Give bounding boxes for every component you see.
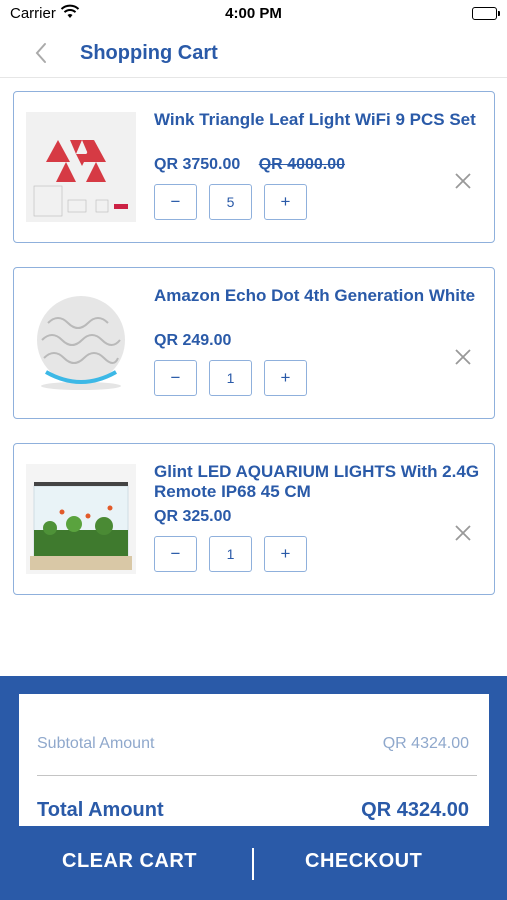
cart-item: Wink Triangle Leaf Light WiFi 9 PCS Set … xyxy=(13,91,495,243)
page-title: Shopping Cart xyxy=(80,42,218,64)
clear-cart-button[interactable]: CLEAR CART xyxy=(62,850,197,880)
quantity-value: 1 xyxy=(209,360,252,396)
product-image xyxy=(26,464,136,574)
summary-divider xyxy=(37,775,477,776)
order-summary: Subtotal Amount QR 4324.00 Total Amount … xyxy=(19,694,489,826)
decrease-quantity-button[interactable]: − xyxy=(154,360,197,396)
product-price: QR 249.00 xyxy=(154,332,232,349)
product-name[interactable]: Amazon Echo Dot 4th Generation White xyxy=(154,286,484,306)
quantity-value: 1 xyxy=(209,536,252,572)
total-label: Total Amount xyxy=(37,799,164,821)
product-name[interactable]: Wink Triangle Leaf Light WiFi 9 PCS Set xyxy=(154,110,484,130)
price-group: QR 249.00 xyxy=(154,332,231,350)
cart-footer: Subtotal Amount QR 4324.00 Total Amount … xyxy=(0,676,507,900)
footer-divider xyxy=(252,848,254,880)
increase-quantity-button[interactable]: + xyxy=(264,536,307,572)
subtotal-value: QR 4324.00 xyxy=(382,735,469,752)
status-bar: Carrier 4:00 PM xyxy=(0,0,507,28)
original-price: QR 4000.00 xyxy=(258,156,346,173)
decrease-quantity-button[interactable]: − xyxy=(154,536,197,572)
increase-quantity-button[interactable]: + xyxy=(264,184,307,220)
product-name[interactable]: Glint LED AQUARIUM LIGHTS With 2.4G Remo… xyxy=(154,462,484,502)
cart-item: Glint LED AQUARIUM LIGHTS With 2.4G Remo… xyxy=(13,443,495,595)
chevron-left-icon[interactable] xyxy=(30,40,54,66)
quantity-value: 5 xyxy=(209,184,252,220)
close-icon[interactable] xyxy=(452,522,474,544)
total-value: QR 4324.00 xyxy=(361,799,469,821)
product-price: QR 3750.00 xyxy=(154,156,241,173)
checkout-button[interactable]: CHECKOUT xyxy=(305,850,422,880)
subtotal-label: Subtotal Amount xyxy=(37,735,155,752)
price-group: QR 325.00 xyxy=(154,508,231,526)
nav-bar: Shopping Cart xyxy=(0,28,507,78)
price-group: QR 3750.00 QR 4000.00 xyxy=(154,156,345,174)
status-time: 4:00 PM xyxy=(225,5,282,22)
close-icon[interactable] xyxy=(452,170,474,192)
product-price: QR 325.00 xyxy=(154,508,232,525)
product-image xyxy=(26,112,136,222)
product-image xyxy=(26,288,136,398)
decrease-quantity-button[interactable]: − xyxy=(154,184,197,220)
close-icon[interactable] xyxy=(452,346,474,368)
cart-item: Amazon Echo Dot 4th Generation White QR … xyxy=(13,267,495,419)
battery-icon xyxy=(472,7,500,20)
increase-quantity-button[interactable]: + xyxy=(264,360,307,396)
